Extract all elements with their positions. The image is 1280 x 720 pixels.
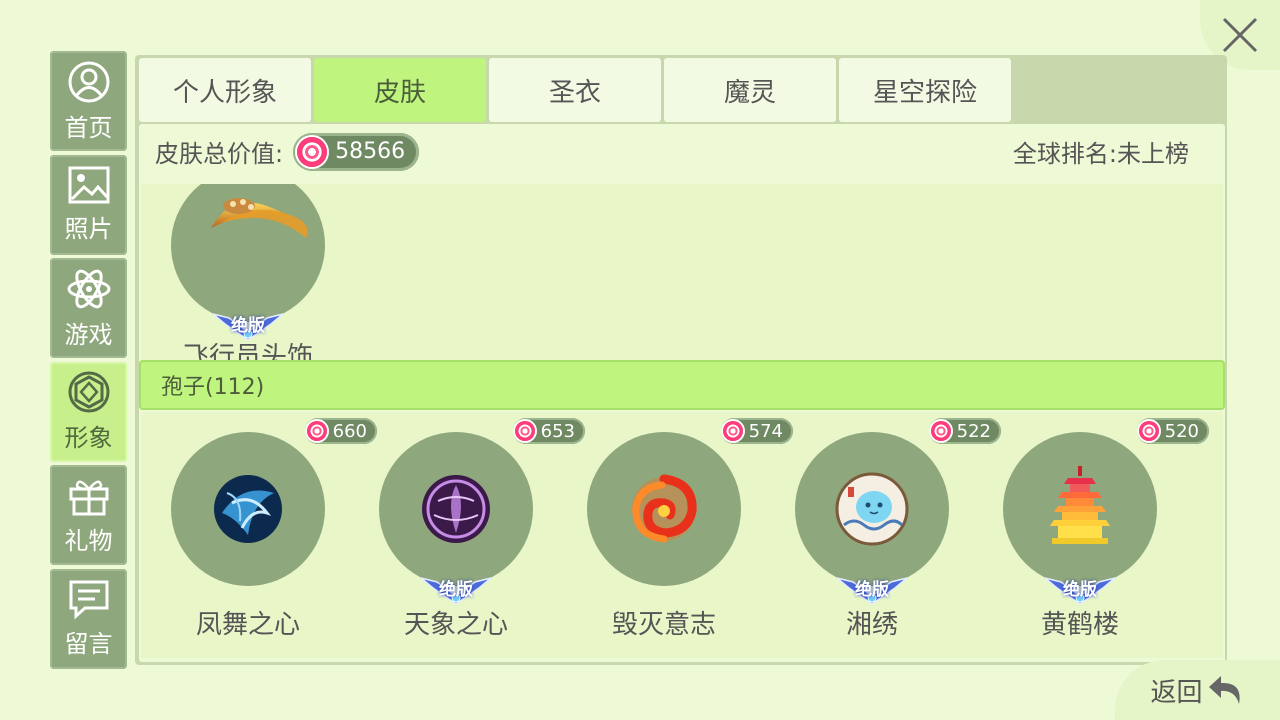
price-tag: 660 xyxy=(304,418,377,444)
skin-item[interactable]: 574 毁灭意志 xyxy=(587,418,793,640)
sidebar-item-photos[interactable]: 照片 xyxy=(50,154,127,255)
skin-item[interactable]: 522 绝版 湘绣 xyxy=(795,418,1001,640)
out-of-print-badge: 绝版 xyxy=(1043,572,1117,606)
back-button[interactable]: 返回 xyxy=(1115,660,1280,720)
pilot-hat-icon xyxy=(211,198,308,238)
candy-currency-icon xyxy=(514,421,535,441)
sidebar-item-avatar[interactable]: 形象 xyxy=(50,361,127,462)
skin-circle: 574 xyxy=(587,418,793,586)
category-header[interactable]: 孢子(112) xyxy=(139,360,1225,410)
sidebar: 首页 照片 游戏 形象 礼物 留言 xyxy=(50,51,128,672)
tab-bar: 个人形象 皮肤 圣衣 魔灵 星空探险 xyxy=(139,58,1011,122)
skin-item[interactable]: 520 绝版 黄鹤楼 xyxy=(1003,418,1209,640)
skin-circle: 660 xyxy=(171,418,377,586)
skin-list-section: 绝版 飞行员头饰 xyxy=(141,184,1223,362)
global-rank: 全球排名:未上榜 xyxy=(1012,140,1189,168)
sidebar-item-label: 留言 xyxy=(64,630,113,658)
sidebar-item-label: 照片 xyxy=(64,215,113,243)
sidebar-item-label: 首页 xyxy=(64,113,113,142)
skin-circle: 绝版 xyxy=(171,184,325,341)
sidebar-item-label: 游戏 xyxy=(64,320,113,349)
pagoda-icon xyxy=(1050,466,1110,544)
total-value-pill: 58566 xyxy=(293,132,420,171)
price-tag: 574 xyxy=(720,418,793,444)
sidebar-item-gifts[interactable]: 礼物 xyxy=(50,465,127,565)
candy-currency-icon xyxy=(1138,421,1159,441)
user-icon xyxy=(68,61,109,102)
skin-name: 飞行员头饰 xyxy=(182,342,313,362)
tab-holy-cloth[interactable]: 圣衣 xyxy=(489,58,661,122)
gem-icon xyxy=(68,371,109,413)
purple-orb-icon xyxy=(422,475,490,543)
candy-currency-icon xyxy=(297,136,328,167)
image-icon xyxy=(68,166,109,204)
skin-name: 黄鹤楼 xyxy=(1040,610,1119,640)
message-icon xyxy=(69,580,108,620)
price-value: 520 xyxy=(1164,420,1199,442)
close-icon xyxy=(1222,17,1258,53)
price-value: 574 xyxy=(748,420,783,442)
price-tag: 522 xyxy=(928,418,1001,444)
sidebar-item-home[interactable]: 首页 xyxy=(50,51,127,151)
candy-currency-icon xyxy=(306,421,327,441)
candy-currency-icon xyxy=(722,421,743,441)
sidebar-item-messages[interactable]: 留言 xyxy=(50,568,127,669)
embroidery-icon xyxy=(835,472,909,546)
sidebar-item-label: 形象 xyxy=(64,424,113,452)
atom-icon xyxy=(67,269,110,308)
skin-circle: 520 绝版 xyxy=(1003,418,1209,605)
skin-circle: 522 绝版 xyxy=(795,418,1001,605)
price-tag: 653 xyxy=(512,418,585,444)
price-tag: 520 xyxy=(1136,418,1209,444)
out-of-print-badge: 绝版 xyxy=(835,572,909,606)
skin-circle: 653 绝版 xyxy=(379,418,585,605)
tab-skins[interactable]: 皮肤 xyxy=(314,58,486,122)
price-value: 653 xyxy=(540,420,575,442)
skin-item[interactable]: 绝版 飞行员头饰 xyxy=(171,184,325,362)
skin-name: 毁灭意志 xyxy=(611,610,716,640)
skin-content: 皮肤总价值: 58566 全球排名:未上榜 绝版 飞行员头饰 孢子(112) 6… xyxy=(139,124,1225,662)
out-of-print-badge: 绝版 xyxy=(419,572,493,606)
skin-summary: 皮肤总价值: 58566 全球排名:未上榜 xyxy=(139,124,1225,179)
back-label: 返回 xyxy=(1150,677,1203,708)
main-panel: 个人形象 皮肤 圣衣 魔灵 星空探险 皮肤总价值: 58566 全球排名:未上榜 xyxy=(135,55,1227,665)
spore-list-section: 660 凤舞之心 653 绝版 天象之心 574 毁灭意志 522 绝版 湘绣 … xyxy=(141,412,1223,658)
total-value: 58566 xyxy=(335,139,406,164)
gift-icon xyxy=(69,480,108,515)
back-arrow-icon xyxy=(1208,676,1240,704)
tab-personal-image[interactable]: 个人形象 xyxy=(139,58,311,122)
category-label: 孢子(112) xyxy=(161,375,265,400)
tab-spirits[interactable]: 魔灵 xyxy=(664,58,836,122)
price-value: 522 xyxy=(956,420,991,442)
total-value-label: 皮肤总价值: xyxy=(155,140,284,168)
skin-name: 天象之心 xyxy=(403,610,508,640)
skin-item[interactable]: 660 凤舞之心 xyxy=(171,418,377,640)
skin-name: 湘绣 xyxy=(845,610,898,640)
sidebar-item-label: 礼物 xyxy=(64,526,113,555)
skin-name: 凤舞之心 xyxy=(195,610,300,640)
skin-item[interactable]: 653 绝版 天象之心 xyxy=(379,418,585,640)
candy-currency-icon xyxy=(930,421,951,441)
tab-star-exploration[interactable]: 星空探险 xyxy=(839,58,1011,122)
phoenix-orb-icon xyxy=(214,475,282,543)
sidebar-item-games[interactable]: 游戏 xyxy=(50,258,127,358)
fire-swirl-icon xyxy=(632,474,697,543)
price-value: 660 xyxy=(332,420,367,442)
